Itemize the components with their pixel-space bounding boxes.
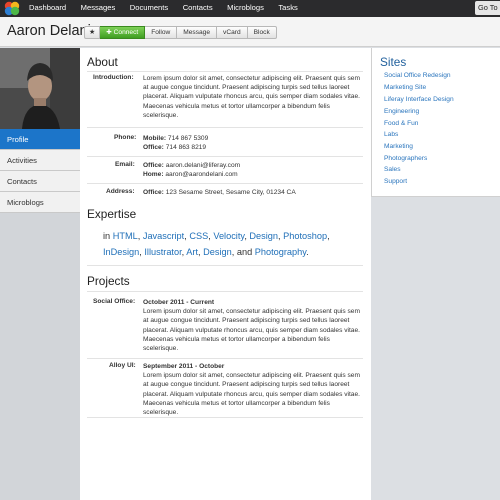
phone-office: 714 863 8219 (165, 144, 207, 152)
phone-values: Mobile: 714 867 5309 Office: 714 863 821… (143, 134, 363, 152)
expertise-divider (87, 265, 363, 266)
dock-nav-messages[interactable]: Messages (81, 3, 116, 13)
dock-nav-microblogs[interactable]: Microblogs (227, 3, 264, 13)
project-period: September 2011 - October (143, 363, 225, 370)
project-description: Lorem ipsum dolor sit amet, consectetur … (143, 372, 360, 417)
phone-divider (87, 156, 363, 157)
connect-button[interactable]: ✚ Connect (100, 26, 146, 39)
skill-html[interactable]: HTML (113, 231, 138, 241)
site-link[interactable]: Engineering (384, 108, 419, 115)
phone-office-type: Office: (143, 144, 164, 152)
skill-css[interactable]: CSS (189, 231, 208, 241)
follow-button[interactable]: Follow (145, 26, 178, 39)
skill-design-2[interactable]: Design (203, 247, 232, 257)
dock-nav-contacts[interactable]: Contacts (183, 3, 213, 13)
about-title: About (87, 55, 118, 69)
phone-mobile: 714 867 5309 (167, 135, 209, 142)
profile-actions: ★ ✚ Connect Follow Message vCard Block (84, 26, 277, 39)
about-divider (87, 71, 363, 72)
skill-indesign[interactable]: InDesign (103, 247, 139, 257)
expertise-title: Expertise (87, 207, 137, 221)
email-divider (87, 183, 363, 184)
dock-nav-dashboard[interactable]: Dashboard (29, 3, 66, 13)
project-divider (87, 358, 363, 359)
project-description: Lorem ipsum dolor sit amet, consectetur … (143, 308, 360, 353)
email-label: Email: (115, 161, 135, 168)
project-period: October 2011 - Current (143, 299, 215, 306)
projects-title: Projects (87, 274, 130, 288)
site-link[interactable]: Labs (384, 131, 398, 138)
dock-nav: Dashboard Messages Documents Contacts Mi… (29, 3, 312, 13)
phone-label: Phone: (114, 134, 137, 141)
skill-photoshop[interactable]: Photoshop (283, 231, 327, 241)
go-to-button[interactable]: Go To (475, 1, 500, 15)
dock-nav-documents[interactable]: Documents (130, 3, 168, 13)
sites-title: Sites (380, 55, 407, 69)
site-link[interactable]: Food & Fun (384, 120, 418, 127)
intro-divider (87, 127, 363, 128)
introduction-text: Lorem ipsum dolor sit amet, consectetur … (143, 75, 360, 119)
project-alloy-ui: September 2011 - October Lorem ipsum dol… (143, 362, 363, 417)
skill-illustrator[interactable]: Illustrator (144, 247, 181, 257)
project-label-alloy-ui: Alloy UI: (109, 362, 136, 369)
skill-velocity[interactable]: Velocity (213, 231, 244, 241)
site-link[interactable]: Sales (384, 166, 401, 173)
project-label-social-office: Social Office: (93, 298, 136, 305)
site-link[interactable]: Social Office Redesign (384, 72, 451, 79)
site-link[interactable]: Liferay Interface Design (384, 96, 454, 103)
nav-item-microblogs[interactable]: Microblogs (0, 192, 80, 213)
address-text: 123 Sesame Street, Sesame City, 01234 CA (165, 189, 296, 196)
phone-mobile-type: Mobile: (143, 135, 167, 142)
address-label: Address: (106, 188, 135, 195)
nav-item-contacts[interactable]: Contacts (0, 171, 80, 192)
avatar (0, 48, 80, 129)
skill-photography[interactable]: Photography (255, 247, 306, 257)
avatar-photo (0, 48, 80, 129)
message-button[interactable]: Message (177, 26, 218, 39)
email-office-type: Office: (143, 162, 164, 169)
profile-name: Aaron Delani (7, 23, 91, 39)
email-home[interactable]: aaron@aarondelani.com (165, 171, 237, 178)
address-type: Office: (143, 189, 164, 196)
site-link[interactable]: Photographers (384, 155, 427, 162)
connect-label: Connect (113, 29, 139, 36)
profile-nav: Profile Activities Contacts Microblogs (0, 129, 80, 213)
favorite-star-button[interactable]: ★ (84, 26, 101, 39)
project-social-office: October 2011 - Current Lorem ipsum dolor… (143, 298, 363, 353)
email-values: Office: aaron.delani@liferay.com Home: a… (143, 161, 363, 179)
nav-item-profile[interactable]: Profile (0, 129, 80, 150)
skill-javascript[interactable]: Javascript (143, 231, 184, 241)
nav-item-activities[interactable]: Activities (0, 150, 80, 171)
introduction-label: Introduction: (93, 74, 134, 81)
skill-art[interactable]: Art (186, 247, 198, 257)
site-link[interactable]: Marketing (384, 143, 413, 150)
skill-design[interactable]: Design (249, 231, 278, 241)
email-home-type: Home: (143, 171, 164, 179)
projects-divider (87, 291, 363, 292)
site-link[interactable]: Support (384, 178, 407, 185)
address-value: Office: 123 Sesame Street, Sesame City, … (143, 188, 363, 197)
vcard-button[interactable]: vCard (217, 26, 248, 39)
liferay-logo-icon[interactable] (3, 1, 21, 16)
project-divider-2 (87, 417, 363, 418)
expertise-list: in HTML, Javascript, CSS, Velocity, Desi… (103, 231, 330, 257)
dock-nav-tasks[interactable]: Tasks (278, 3, 297, 13)
expertise-prefix: in (103, 231, 111, 241)
email-office[interactable]: aaron.delani@liferay.com (166, 162, 240, 169)
site-link[interactable]: Marketing Site (384, 84, 426, 91)
expertise-conjunction: and (236, 247, 253, 257)
block-button[interactable]: Block (247, 26, 277, 39)
